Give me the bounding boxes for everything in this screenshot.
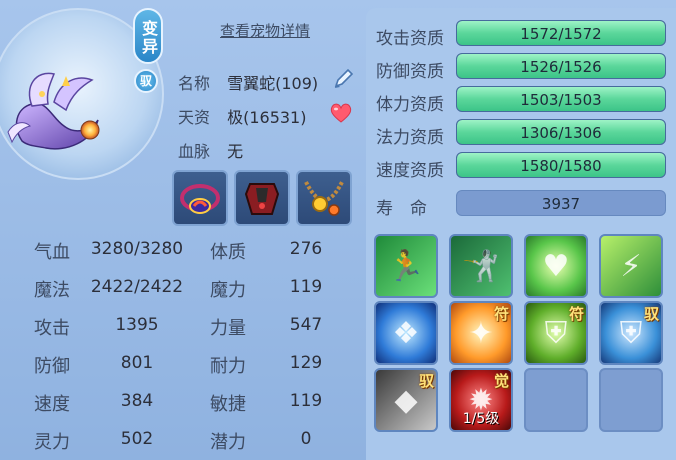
attr-value: 119 — [289, 391, 323, 411]
aptitude-label: 防御资质 — [376, 62, 444, 82]
bind-badge: 驭 — [134, 69, 158, 93]
equip-slot-collar[interactable] — [172, 170, 228, 226]
skill-tag: 驭 — [418, 372, 434, 390]
silver-shield-skill-icon[interactable]: ⛨ 驭 — [599, 301, 663, 365]
view-pet-details-link[interactable]: 查看宠物详情 — [220, 20, 310, 41]
aptitude-value: 1306/1306 — [520, 124, 602, 142]
lightning-skill-icon[interactable]: ⚡ — [599, 234, 663, 298]
pet-attribute-panel: 变异 驭 查看宠物详情 名称 雪翼蛇(109) 天资 极(16531) 血脉 无 — [0, 0, 676, 460]
heart-burst-skill-icon[interactable]: ♥ — [524, 234, 588, 298]
heart-icon[interactable] — [328, 100, 354, 126]
skill-level: 1/5级 — [462, 411, 500, 427]
equip-slot-armor[interactable] — [234, 170, 290, 226]
blade-skill-icon[interactable]: ◆ 驭 — [374, 368, 438, 432]
aptitude-value: 1572/1572 — [520, 25, 602, 43]
stat-label: 灵力 — [34, 432, 70, 453]
skill-glyph: ❖ — [392, 315, 420, 351]
pet-name-row: 名称 雪翼蛇(109) — [178, 70, 318, 94]
strike-skill-icon[interactable]: 🤺 — [449, 234, 513, 298]
talent-label: 天资 — [178, 108, 211, 127]
aptitude-label: 攻击资质 — [376, 29, 444, 49]
aptitude-value: 1503/1503 — [520, 91, 602, 109]
stat-label: 攻击 — [34, 318, 70, 339]
skill-tag: 符 — [493, 305, 509, 323]
stat-value: 2422/2422 — [90, 277, 184, 297]
armor-icon — [244, 183, 280, 215]
attr-label: 力量 — [210, 318, 246, 339]
talent-value: 极(16531) — [227, 108, 307, 127]
aptitude-label: 体力资质 — [376, 95, 444, 115]
life-label: 寿 命 — [376, 199, 427, 219]
pet-portrait — [7, 72, 100, 150]
necklace-icon — [304, 181, 344, 216]
skill-glyph: 🏃 — [387, 248, 425, 284]
stat-value: 801 — [120, 353, 154, 373]
aptitude-bar: 1526/1526 — [456, 53, 666, 79]
skill-glyph: ⚡ — [620, 248, 642, 284]
pet-bloodline-row: 血脉 无 — [178, 138, 243, 162]
green-crest-skill-icon[interactable]: ⛨ 符 — [524, 301, 588, 365]
aptitude-bar: 1503/1503 — [456, 86, 666, 112]
attr-label: 耐力 — [210, 356, 246, 377]
pet-talent-row: 天资 极(16531) — [178, 104, 306, 128]
awaken-skill-icon[interactable]: ✹ 觉 1/5级 — [449, 368, 513, 432]
stat-value: 1395 — [115, 315, 159, 335]
edit-name-icon[interactable] — [330, 66, 356, 92]
stat-label: 速度 — [34, 394, 70, 415]
aptitude-label: 法力资质 — [376, 128, 444, 148]
attr-value: 276 — [289, 239, 323, 259]
life-value: 3937 — [456, 190, 666, 216]
aptitude-value: 1580/1580 — [520, 157, 602, 175]
stat-label: 防御 — [34, 356, 70, 377]
attr-value: 129 — [289, 353, 323, 373]
aptitude-skill-section: 攻击资质 1572/1572 防御资质 1526/1526 体力资质 1503/1503 法… — [366, 8, 676, 460]
attr-value: 547 — [289, 315, 323, 335]
stat-value: 384 — [120, 391, 154, 411]
bloodline-label: 血脉 — [178, 142, 211, 161]
skill-glyph: 🤺 — [462, 248, 500, 284]
aptitude-label: 速度资质 — [376, 161, 444, 181]
aptitude-bar: 1580/1580 — [456, 152, 666, 178]
wings-skill-icon[interactable]: ✦ 符 — [449, 301, 513, 365]
attr-label: 体质 — [210, 242, 246, 263]
attr-value: 119 — [289, 277, 323, 297]
sprint-skill-icon[interactable]: 🏃 — [374, 234, 438, 298]
collar-icon — [180, 184, 220, 214]
attr-label: 魔力 — [210, 280, 246, 301]
equip-slot-necklace[interactable] — [296, 170, 352, 226]
aptitude-value: 1526/1526 — [520, 58, 602, 76]
attr-value: 0 — [300, 429, 312, 449]
pet-info-section: 变异 驭 查看宠物详情 名称 雪翼蛇(109) 天资 极(16531) 血脉 无 — [0, 0, 362, 460]
name-label: 名称 — [178, 74, 211, 93]
stat-value: 502 — [120, 429, 154, 449]
stat-label: 魔法 — [34, 280, 70, 301]
skill-tag: 符 — [568, 305, 584, 323]
bloodline-value: 无 — [227, 142, 244, 161]
empty-skill-slot[interactable] — [599, 368, 663, 432]
stat-label: 气血 — [34, 242, 70, 263]
aptitude-bar: 1572/1572 — [456, 20, 666, 46]
stat-value: 3280/3280 — [90, 239, 184, 259]
aptitude-bar: 1306/1306 — [456, 119, 666, 145]
name-value: 雪翼蛇(109) — [227, 74, 319, 93]
mutant-badge: 变异 — [133, 8, 163, 64]
attr-label: 敏捷 — [210, 394, 246, 415]
empty-skill-slot[interactable] — [524, 368, 588, 432]
blue-shield-skill-icon[interactable]: ❖ — [374, 301, 438, 365]
skill-tag: 驭 — [643, 305, 659, 323]
skill-glyph: ♥ — [542, 248, 570, 284]
skill-tag: 觉 — [493, 372, 509, 390]
attr-label: 潜力 — [210, 432, 246, 453]
